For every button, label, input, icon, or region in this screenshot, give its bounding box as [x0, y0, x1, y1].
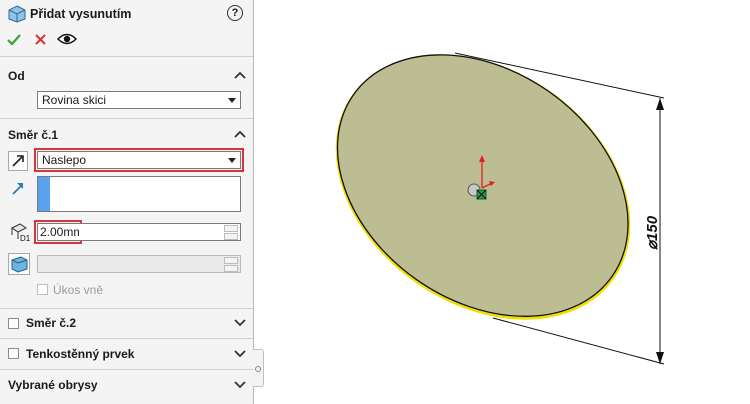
extrusion-face[interactable] — [287, 1, 678, 371]
dimension-arrow-top — [656, 98, 664, 110]
diameter-dimension-label[interactable]: ⌀150 — [644, 215, 661, 250]
extension-line-bottom — [492, 317, 665, 365]
graphics-viewport[interactable]: ⌀150 — [0, 0, 750, 404]
